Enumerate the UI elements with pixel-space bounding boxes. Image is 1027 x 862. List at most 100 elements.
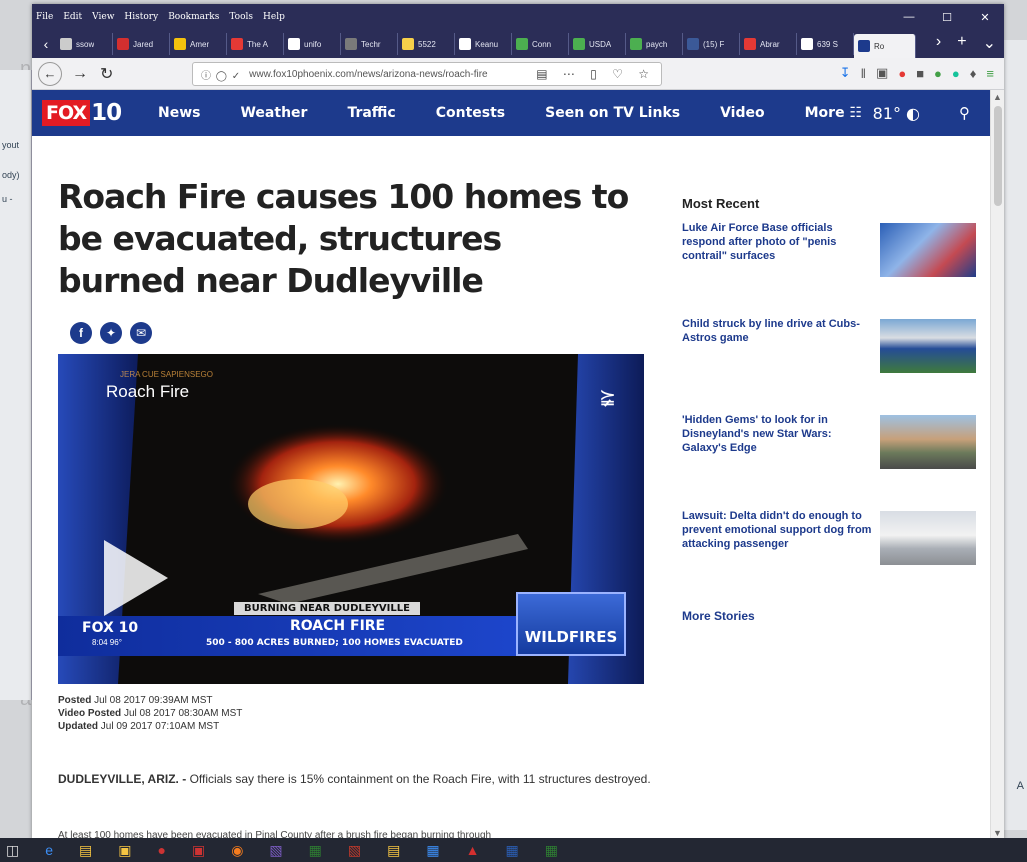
nav-video[interactable]: Video — [720, 105, 765, 121]
browser-tab[interactable]: unifo — [284, 33, 341, 55]
menu-bookmarks[interactable]: Bookmarks — [168, 12, 219, 22]
menu-edit[interactable]: Edit — [63, 12, 82, 22]
download-icon[interactable]: ↧ — [840, 65, 851, 81]
menu-history[interactable]: History — [124, 12, 158, 22]
browser-tab[interactable]: Ro — [854, 34, 916, 58]
article-meta: Posted Jul 08 2017 09:39AM MST Video Pos… — [58, 694, 242, 733]
scroll-down-icon[interactable]: ▼ — [993, 828, 1002, 838]
story-thumbnail[interactable] — [880, 319, 976, 373]
twitter-icon[interactable]: ✦ — [100, 322, 122, 344]
tab-bar: ‹ ssow Jared Amer The A unifo Techr 5522 Keanu C… — [32, 30, 1004, 58]
scroll-thumb[interactable] — [994, 106, 1002, 206]
browser-tab[interactable]: ssow — [56, 33, 113, 55]
nav-weather[interactable]: Weather — [240, 105, 307, 121]
firefox-icon[interactable]: ◉ — [231, 842, 243, 859]
back-button[interactable]: ← — [38, 61, 62, 86]
start-icon[interactable]: ◫ — [6, 842, 19, 859]
url-bar[interactable]: ⓘ ◯ ✓ www.fox10phoenix.com/news/arizona-… — [192, 62, 662, 86]
video-player[interactable]: JERA CUE SAPIENSEGO Roach Fire ⪶ BURNING… — [58, 354, 644, 684]
play-icon[interactable] — [104, 540, 168, 616]
menu-help[interactable]: Help — [263, 12, 285, 22]
browser-tab[interactable]: 5522 — [398, 33, 455, 55]
nav-more[interactable]: More ☷ — [805, 105, 862, 121]
browser-tab[interactable]: paych — [626, 33, 683, 55]
facebook-icon[interactable]: f — [70, 322, 92, 344]
article-lead: DUDLEYVILLE, ARIZ. - Officials say there… — [58, 768, 658, 790]
scroll-up-icon[interactable]: ▲ — [993, 92, 1002, 102]
browser-tab[interactable]: (15) F — [683, 33, 740, 55]
email-icon[interactable]: ✉ — [130, 322, 152, 344]
story-item[interactable]: Child struck by line drive at Cubs-Astro… — [682, 317, 982, 413]
story-thumbnail[interactable] — [880, 223, 976, 277]
acrobat-icon[interactable]: ▲ — [466, 842, 480, 858]
minimize-icon[interactable]: — — [890, 4, 928, 30]
browser-tab[interactable]: USDA — [569, 33, 626, 55]
page-scrollbar[interactable]: ▲ ▼ — [990, 90, 1004, 840]
browser-tab[interactable]: Keanu — [455, 33, 512, 55]
close-icon[interactable]: ✕ — [966, 4, 1004, 30]
word-icon[interactable]: ▦ — [505, 842, 518, 859]
outlook-icon[interactable]: ▦ — [426, 842, 439, 859]
sidebar-icon[interactable]: ▣ — [876, 65, 888, 81]
new-tab-icon[interactable]: + — [957, 33, 966, 53]
share-icon[interactable]: ⪶ — [599, 384, 616, 409]
page-actions-icon[interactable]: ▤ ⋯ ▯ ♡ ☆ — [536, 67, 655, 81]
tab-label: USDA — [589, 39, 612, 49]
menu-tools[interactable]: Tools — [229, 12, 253, 22]
url-text[interactable]: www.fox10phoenix.com/news/arizona-news/r… — [249, 69, 499, 80]
search-icon[interactable]: ⚲ — [959, 104, 970, 122]
extension-red-icon[interactable]: ● — [898, 66, 906, 81]
extension-icon[interactable]: ♦ — [970, 66, 977, 81]
browser-tab[interactable]: Abrar — [740, 33, 797, 55]
grammarly-icon[interactable]: ● — [952, 66, 960, 81]
browser-tab[interactable]: Techr — [341, 33, 398, 55]
save-icon[interactable]: ■ — [916, 66, 924, 81]
story-headline[interactable]: Luke Air Force Base officials respond af… — [682, 221, 872, 263]
nav-news[interactable]: News — [158, 105, 200, 121]
browser-tab[interactable]: Jared — [113, 33, 170, 55]
browser-tab[interactable]: The A — [227, 33, 284, 55]
story-item[interactable]: Lawsuit: Delta didn't do enough to preve… — [682, 509, 982, 605]
forward-icon[interactable]: → — [72, 65, 88, 83]
tab-favicon-icon — [858, 40, 870, 52]
browser-tab[interactable]: 639 S — [797, 33, 854, 55]
extension-green-icon[interactable]: ● — [934, 66, 942, 81]
tab-scroll-right-icon[interactable]: › — [936, 33, 941, 53]
story-headline[interactable]: 'Hidden Gems' to look for in Disneyland'… — [682, 413, 872, 455]
story-item[interactable]: Luke Air Force Base officials respond af… — [682, 221, 982, 317]
tab-list-chevron-icon[interactable]: ⌄ — [983, 33, 996, 53]
browser-tab[interactable]: Amer — [170, 33, 227, 55]
maximize-icon[interactable]: ☐ — [928, 4, 966, 30]
channel-logo: FOX 10 — [82, 620, 139, 636]
maps-icon[interactable]: ● — [158, 842, 166, 858]
security-info-icon[interactable]: ⓘ ◯ ✓ — [201, 67, 241, 82]
app-icon[interactable]: ▣ — [192, 842, 205, 859]
nav-traffic[interactable]: Traffic — [347, 105, 395, 121]
story-headline[interactable]: Lawsuit: Delta didn't do enough to preve… — [682, 509, 872, 551]
weather-temperature[interactable]: 81° ◐ — [873, 104, 920, 123]
story-thumbnail[interactable] — [880, 511, 976, 565]
nav-contests[interactable]: Contests — [436, 105, 505, 121]
explorer-icon[interactable]: ▣ — [118, 842, 131, 859]
library-icon[interactable]: ‖ — [861, 66, 866, 81]
menu-view[interactable]: View — [92, 12, 114, 22]
onenote-icon[interactable]: ▧ — [269, 842, 282, 859]
store-icon[interactable]: ▤ — [79, 842, 92, 859]
story-item[interactable]: 'Hidden Gems' to look for in Disneyland'… — [682, 413, 982, 509]
menu-file[interactable]: File — [36, 12, 53, 22]
story-headline[interactable]: Child struck by line drive at Cubs-Astro… — [682, 317, 872, 345]
tab-favicon-icon — [174, 38, 186, 50]
nav-seen-on-tv[interactable]: Seen on TV Links — [545, 105, 680, 121]
edge-icon[interactable]: e — [45, 842, 53, 858]
tab-scroll-left-icon[interactable]: ‹ — [36, 36, 56, 52]
reload-icon[interactable]: ↻ — [100, 64, 113, 84]
menu-icon[interactable]: ≡ — [986, 66, 994, 81]
more-stories-link[interactable]: More Stories — [682, 609, 982, 623]
files-icon[interactable]: ▤ — [387, 842, 400, 859]
fox10-logo[interactable]: FOX 10 — [42, 98, 134, 128]
sheets-icon[interactable]: ▦ — [545, 842, 558, 859]
excel-icon[interactable]: ▦ — [309, 842, 322, 859]
ppt-icon[interactable]: ▧ — [348, 842, 361, 859]
browser-tab[interactable]: Conn — [512, 33, 569, 55]
story-thumbnail[interactable] — [880, 415, 976, 469]
